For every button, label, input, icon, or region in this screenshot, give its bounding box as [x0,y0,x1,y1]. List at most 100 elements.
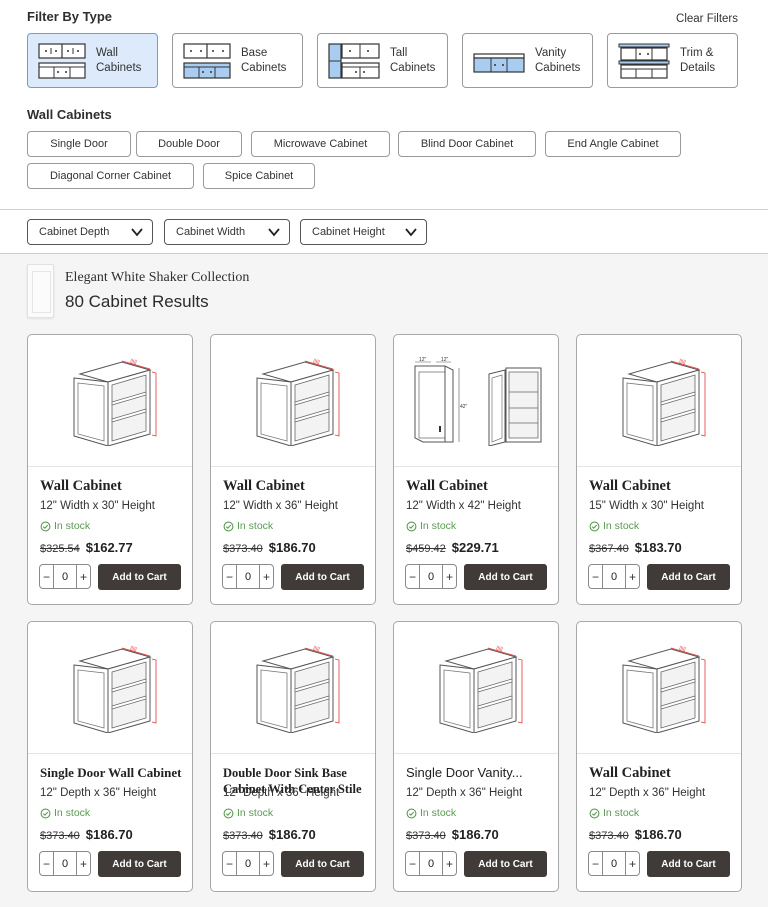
chevron-down-icon [131,228,143,237]
cabinet-height-dropdown[interactable]: Cabinet Height [300,219,427,245]
chip-spice-cabinet[interactable]: Spice Cabinet [203,163,315,189]
product-image[interactable] [211,622,375,753]
cabinet-width-dropdown[interactable]: Cabinet Width [164,219,290,245]
product-card[interactable]: Single Door Wall Cabinet 12" Depth x 36"… [27,621,193,892]
trim-details-icon [618,43,670,79]
add-to-cart-button[interactable]: Add to Cart [647,564,730,590]
original-price: $373.40 [589,830,629,842]
cabinet-depth-dropdown[interactable]: Cabinet Depth [27,219,153,245]
minus-icon[interactable]: − [406,570,419,584]
product-image[interactable]: 12" 12" 42" [394,335,558,466]
product-image[interactable] [211,335,375,466]
minus-icon[interactable]: − [223,570,236,584]
plus-icon[interactable]: + [77,570,90,584]
price-block: $459.42 $229.71 [406,540,499,555]
product-name[interactable]: Single Door Wall Cabinet [40,765,186,781]
type-filter-trim-details[interactable]: Trim & Details [607,33,738,88]
divider [0,209,768,210]
plus-icon[interactable]: + [626,857,639,871]
product-name[interactable]: Wall Cabinet [40,478,186,494]
chevron-down-icon [268,228,280,237]
add-to-cart-button[interactable]: Add to Cart [98,564,181,590]
divider [394,753,558,754]
add-to-cart-button[interactable]: Add to Cart [647,851,730,877]
minus-icon[interactable]: − [589,857,602,871]
check-circle-icon [589,521,600,532]
product-name[interactable]: Wall Cabinet [589,765,735,781]
quantity-stepper: −0 + [222,851,274,876]
add-to-cart-button[interactable]: Add to Cart [281,564,364,590]
product-name[interactable]: Wall Cabinet [406,478,552,494]
stock-status: In stock [406,520,456,532]
quantity-input[interactable]: 0 [53,565,77,588]
check-circle-icon [40,808,51,819]
chip-end-angle-cabinet[interactable]: End Angle Cabinet [545,131,681,157]
product-name[interactable]: Wall Cabinet [589,478,735,494]
chip-diagonal-corner-cabinet[interactable]: Diagonal Corner Cabinet [27,163,194,189]
minus-icon[interactable]: − [40,857,53,871]
type-filter-wall-cabinets[interactable]: Wall Cabinets [27,33,158,88]
quantity-input[interactable]: 0 [419,565,443,588]
sale-price: $162.77 [85,540,133,555]
quantity-stepper: −0 + [405,564,457,589]
quantity-input[interactable]: 0 [602,565,626,588]
quantity-input[interactable]: 0 [419,852,443,875]
chip-double-door[interactable]: Double Door [136,131,242,157]
chip-microwave-cabinet[interactable]: Microwave Cabinet [251,131,390,157]
original-price: $373.40 [406,830,446,842]
minus-icon[interactable]: − [406,857,419,871]
add-to-cart-button[interactable]: Add to Cart [98,851,181,877]
price-block: $367.40 $183.70 [589,540,682,555]
product-name[interactable]: Single Door Vanity... [406,765,552,781]
quantity-stepper: −0 + [39,851,91,876]
minus-icon[interactable]: − [40,570,53,584]
quantity-stepper: −0 + [222,564,274,589]
clear-filters-link[interactable]: Clear Filters [676,13,738,25]
product-image[interactable] [28,622,192,753]
product-image[interactable] [577,622,741,753]
plus-icon[interactable]: + [260,570,273,584]
dropdown-label: Cabinet Width [176,226,246,238]
sale-price: $229.71 [451,540,499,555]
dimension-label: 12" [419,357,427,363]
check-circle-icon [589,808,600,819]
tall-cabinets-icon [328,42,380,79]
product-card[interactable]: 12" 12" 42" Wall Cabinet 12" Width x 42"… [393,334,559,605]
plus-icon[interactable]: + [260,857,273,871]
product-card[interactable]: Wall Cabinet 12" Width x 30" Height In s… [27,334,193,605]
add-to-cart-button[interactable]: Add to Cart [464,564,547,590]
product-image[interactable] [28,335,192,466]
add-to-cart-button[interactable]: Add to Cart [281,851,364,877]
plus-icon[interactable]: + [77,857,90,871]
product-card[interactable]: Single Door Vanity... 12" Depth x 36" He… [393,621,559,892]
type-filter-base-cabinets[interactable]: Base Cabinets [172,33,303,88]
check-circle-icon [406,808,417,819]
add-to-cart-button[interactable]: Add to Cart [464,851,547,877]
quantity-input[interactable]: 0 [236,852,260,875]
product-card[interactable]: Wall Cabinet 12" Width x 36" Height In s… [210,334,376,605]
type-filter-tall-cabinets[interactable]: Tall Cabinets [317,33,448,88]
original-price: $367.40 [589,543,629,555]
type-filter-label: Wall Cabinets [96,46,142,74]
plus-icon[interactable]: + [443,857,456,871]
plus-icon[interactable]: + [626,570,639,584]
plus-icon[interactable]: + [443,570,456,584]
product-image[interactable] [577,335,741,466]
stock-label: In stock [603,520,640,532]
product-image[interactable] [394,622,558,753]
original-price: $373.40 [40,830,80,842]
product-card[interactable]: Wall Cabinet 12" Depth x 36" Height In s… [576,621,742,892]
type-filter-vanity-cabinets[interactable]: Vanity Cabinets [462,33,593,88]
quantity-input[interactable]: 0 [602,852,626,875]
filter-by-type-heading: Filter By Type [27,9,113,24]
minus-icon[interactable]: − [589,570,602,584]
product-card[interactable]: Double Door Sink Base Cabinet With Cente… [210,621,376,892]
chip-single-door[interactable]: Single Door [27,131,131,157]
minus-icon[interactable]: − [223,857,236,871]
product-card[interactable]: Wall Cabinet 15" Width x 30" Height In s… [576,334,742,605]
chip-blind-door-cabinet[interactable]: Blind Door Cabinet [398,131,536,157]
quantity-stepper: −0 + [39,564,91,589]
quantity-input[interactable]: 0 [236,565,260,588]
product-name[interactable]: Wall Cabinet [223,478,369,494]
quantity-input[interactable]: 0 [53,852,77,875]
